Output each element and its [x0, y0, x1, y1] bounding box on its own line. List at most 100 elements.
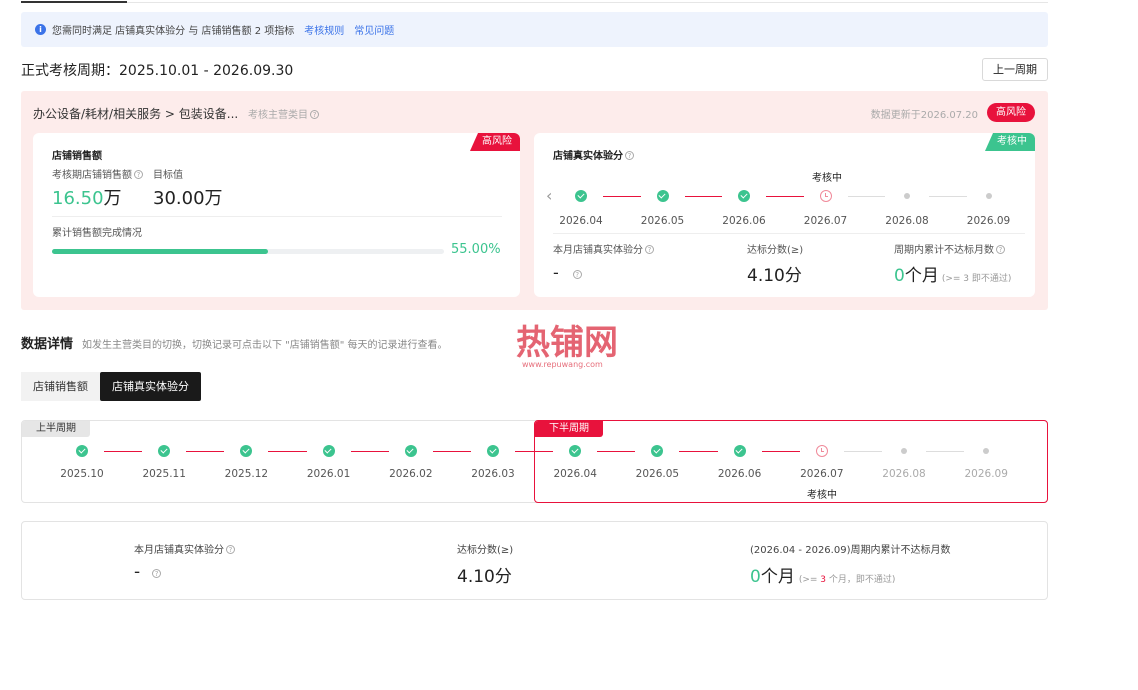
summary-score-label: 本月店铺真实体验分? — [134, 541, 235, 556]
summary-score-value: -? — [134, 562, 162, 582]
question-icon[interactable]: ? — [645, 245, 654, 254]
sales-progress-fill — [52, 249, 268, 254]
threshold-label-text: 达标分数(≥) — [747, 245, 804, 256]
sales-card-title: 店铺销售额 — [52, 151, 102, 162]
tab-sales[interactable]: 店铺销售额 — [21, 372, 100, 401]
check-circle-icon — [76, 445, 88, 457]
period-sales-number: 16.50 — [52, 188, 104, 209]
update-time: 数据更新于2026.07.20 — [870, 110, 978, 121]
question-icon[interactable]: ? — [625, 151, 634, 160]
sales-card: 高风险 店铺销售额 考核期店铺销售额? 目标值 16.50万 30.00万 累计… — [33, 133, 520, 297]
question-icon[interactable]: ? — [152, 569, 162, 578]
period-sales-label-text: 考核期店铺销售额 — [52, 170, 132, 181]
step-connector — [766, 196, 804, 197]
notice-bar: i 您需同时满足 店铺真实体验分 与 店铺销售额 2 项指标 考核规则 常见问题 — [21, 12, 1048, 47]
target-value: 30.00万 — [153, 188, 223, 209]
summary-fail-unit: 个月 — [760, 567, 795, 587]
summary-fail-number: 0 — [750, 567, 761, 587]
question-icon[interactable]: ? — [310, 110, 320, 119]
fail-months-label-text: 周期内累计不达标月数 — [894, 245, 994, 256]
risk-badge: 高风险 — [987, 103, 1035, 122]
check-circle-icon — [738, 190, 750, 202]
month-label: 2026.02 — [389, 468, 433, 480]
monthly-score-value: -? — [553, 263, 582, 282]
second-half-highlight — [534, 420, 1048, 503]
timeline-review-label: 考核中 — [807, 490, 837, 501]
step-connector — [104, 451, 143, 452]
period-sales-unit: 万 — [103, 188, 122, 209]
step-connector — [684, 196, 722, 197]
fail-months-number: 0 — [894, 266, 905, 286]
month-label: 2025.11 — [142, 468, 186, 480]
summary-box: 本月店铺真实体验分? 达标分数(≥) (2026.04 - 2026.09)周期… — [21, 521, 1048, 600]
progress-percent: 55.00% — [451, 242, 501, 257]
details-tabs: 店铺销售额 店铺真实体验分 — [21, 372, 201, 401]
fail-months-value: 0个月 (>= 3 即不通过) — [894, 261, 1011, 286]
step-connector — [847, 196, 885, 197]
watermark-logo: 热铺网 www.repuwang.com — [516, 323, 618, 369]
fail-months-hint: (>= 3 即不通过) — [941, 274, 1012, 284]
summary-fail-value: 0个月 (>= 3 个月，即不通过) — [750, 562, 895, 587]
top-tab-active-indicator — [21, 0, 127, 3]
month-label: 2026.08 — [885, 215, 929, 227]
category-path[interactable]: 办公设备/耗材/相关服务 > 包装设备... — [33, 107, 238, 121]
check-circle-icon — [487, 445, 499, 457]
summary-threshold-label: 达标分数(≥) — [457, 545, 514, 556]
month-label: 2026.07 — [800, 468, 844, 480]
step-connector — [350, 451, 389, 452]
category-breadcrumb: 办公设备/耗材/相关服务 > 包装设备... 考核主营类目? — [33, 105, 320, 122]
category-note-text: 考核主营类目 — [248, 110, 309, 121]
details-subtitle: 如发生主营类目的切换，切换记录可点击以下 "店铺销售额" 每天的记录进行查看。 — [82, 340, 448, 351]
divider — [553, 233, 1025, 234]
check-circle-icon — [733, 445, 746, 457]
hint-suffix: 个月，即不通过) — [828, 575, 896, 585]
details-title: 数据详情 — [21, 337, 74, 352]
rules-link[interactable]: 考核规则 — [304, 22, 344, 37]
question-icon[interactable]: ? — [996, 245, 1005, 254]
experience-card-title: 店铺真实体验分? — [553, 147, 634, 162]
top-tab-strip — [21, 0, 1048, 3]
hint-number: 3 — [820, 575, 827, 585]
threshold-value: 4.10分 — [747, 266, 802, 286]
monthly-score-label-text: 本月店铺真实体验分 — [553, 245, 643, 256]
clock-icon — [815, 445, 828, 457]
experience-card-title-text: 店铺真实体验分 — [553, 151, 623, 162]
step-connector — [843, 451, 882, 452]
second-half-tag: 下半周期 — [535, 421, 603, 437]
hint-prefix: (>= — [798, 575, 818, 585]
check-circle-icon — [322, 445, 335, 457]
previous-period-button[interactable]: 上一周期 — [982, 58, 1048, 81]
step-connector — [926, 451, 965, 452]
month-label: 2026.05 — [635, 468, 680, 480]
question-icon[interactable]: ? — [134, 170, 143, 179]
step-connector — [186, 451, 225, 452]
target-label: 目标值 — [153, 170, 183, 181]
chevron-left-icon[interactable]: ‹ — [546, 186, 552, 205]
period-title: 正式考核周期：2025.10.01 - 2026.09.30 — [21, 63, 294, 79]
divider — [52, 216, 502, 217]
experience-card: 考核中 店铺真实体验分? 考核中 ‹ 本月店铺真实体验分? 达标分数(≥) 周期… — [534, 133, 1035, 297]
question-icon[interactable]: ? — [226, 545, 235, 554]
progress-label: 累计销售额完成情况 — [52, 228, 142, 239]
tab-experience-score[interactable]: 店铺真实体验分 — [100, 372, 201, 401]
faq-link[interactable]: 常见问题 — [354, 22, 394, 37]
fail-months-label: 周期内累计不达标月数? — [894, 241, 1005, 256]
summary-score-label-text: 本月店铺真实体验分 — [134, 545, 224, 556]
month-label: 2026.03 — [471, 468, 515, 480]
sales-risk-tag: 高风险 — [470, 133, 520, 151]
pending-dot-icon — [901, 448, 907, 454]
summary-fail-hint: (>= 3 个月，即不通过) — [799, 575, 896, 585]
month-label: 2026.05 — [640, 215, 685, 227]
month-label: 2026.06 — [717, 468, 762, 480]
summary-threshold-value: 4.10分 — [457, 567, 512, 587]
question-icon[interactable]: ? — [572, 270, 582, 279]
month-label: 2026.09 — [964, 468, 1008, 480]
step-connector — [597, 451, 636, 452]
category-note: 考核主营类目? — [248, 110, 320, 121]
current-month-status: 考核中 — [812, 173, 842, 184]
month-label: 2026.07 — [803, 215, 848, 227]
step-connector — [929, 196, 967, 197]
watermark-text: 热铺网 — [516, 323, 618, 363]
month-label: 2025.10 — [60, 468, 104, 480]
month-label: 2026.04 — [559, 215, 603, 227]
